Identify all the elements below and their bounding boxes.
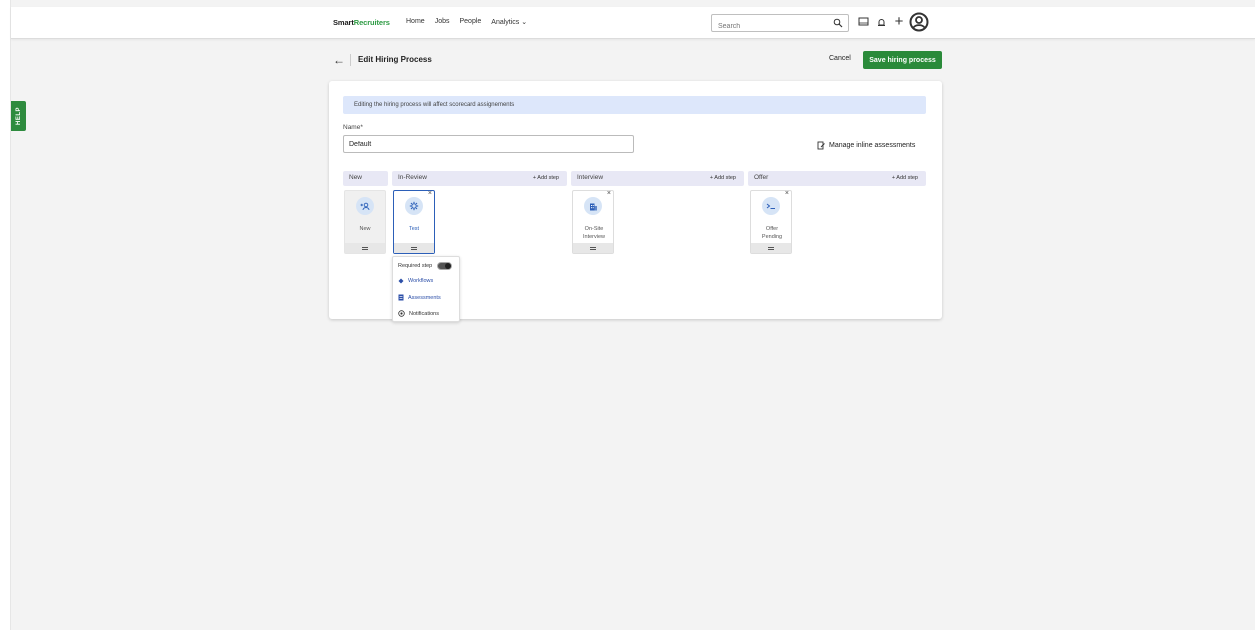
plus-icon[interactable]: +: [892, 14, 906, 29]
step-label: On-Site Interview: [582, 226, 605, 240]
required-step-toggle[interactable]: [437, 262, 453, 270]
step-options-menu: Required step Workflows Assessments Noti…: [392, 256, 460, 322]
nav-item-analytics[interactable]: Analytics ⌄: [491, 18, 527, 26]
hiring-process-card: Editing the hiring process will affect s…: [329, 81, 942, 322]
add-person-icon: [356, 197, 374, 215]
menu-item-assessments[interactable]: Assessments: [398, 294, 441, 301]
nav-item-home[interactable]: Home: [406, 18, 425, 26]
step-card-offer-pending[interactable]: × Offer Pending: [750, 190, 792, 254]
step-label: New: [359, 226, 371, 232]
cancel-button[interactable]: Cancel: [829, 55, 851, 62]
required-step-row: Required step: [398, 262, 453, 270]
avatar-icon[interactable]: [909, 12, 929, 32]
step-card-on-site-interview[interactable]: × On-Site Interview: [572, 190, 614, 254]
drag-handle-icon[interactable]: [573, 243, 613, 253]
nav-item-people[interactable]: People: [459, 18, 481, 26]
name-label: Name*: [343, 124, 363, 131]
building-icon: [584, 197, 602, 215]
column-header-offer: Offer + Add step: [748, 171, 926, 186]
smartrecruiters-logo[interactable]: SmartRecruiters: [333, 18, 390, 27]
step-card-test[interactable]: × Test: [393, 190, 435, 254]
add-step-button[interactable]: + Add step: [710, 175, 736, 181]
add-step-button[interactable]: + Add step: [892, 175, 918, 181]
gear-icon: [405, 197, 423, 215]
column-header-interview: Interview + Add step: [571, 171, 744, 186]
search-icon[interactable]: [833, 18, 843, 28]
search-box: [711, 14, 849, 35]
drag-handle-icon[interactable]: [394, 243, 434, 253]
assessment-edit-icon: [817, 141, 825, 150]
step-card-new[interactable]: New: [344, 190, 386, 254]
info-banner: Editing the hiring process will affect s…: [343, 96, 926, 114]
menu-item-notifications[interactable]: Notifications: [398, 310, 439, 317]
drag-handle-icon[interactable]: [345, 243, 385, 253]
page-title: Edit Hiring Process: [358, 55, 432, 64]
top-navigation-bar: SmartRecruiters Home Jobs People Analyti…: [11, 7, 1255, 39]
nav-item-jobs[interactable]: Jobs: [435, 18, 450, 26]
close-icon[interactable]: ×: [785, 190, 789, 197]
notification-icon: [398, 310, 405, 317]
close-icon[interactable]: ×: [607, 190, 611, 197]
column-header-new: New: [343, 171, 388, 186]
drag-handle-icon[interactable]: [751, 243, 791, 253]
column-header-in-review: In-Review + Add step: [392, 171, 567, 186]
name-input[interactable]: [343, 135, 634, 153]
workflow-icon: [398, 278, 404, 284]
page-header: ← Edit Hiring Process Cancel Save hiring…: [333, 51, 943, 70]
save-hiring-process-button[interactable]: Save hiring process: [863, 51, 942, 69]
header-divider: [350, 54, 351, 66]
step-label: Offer Pending: [761, 226, 783, 240]
help-tab[interactable]: HELP: [11, 101, 26, 131]
assessment-icon: [398, 294, 404, 301]
left-strip: [0, 0, 11, 630]
document-pen-icon: [762, 197, 780, 215]
search-input[interactable]: [712, 18, 822, 35]
add-step-button[interactable]: + Add step: [533, 175, 559, 181]
manage-inline-assessments-link[interactable]: Manage inline assessments: [817, 141, 915, 150]
bell-icon[interactable]: [874, 15, 888, 29]
main-nav: Home Jobs People Analytics ⌄: [406, 18, 527, 26]
close-icon[interactable]: ×: [428, 190, 432, 197]
step-label: Test: [408, 226, 420, 232]
back-arrow-icon[interactable]: ←: [333, 53, 345, 67]
menu-item-workflows[interactable]: Workflows: [398, 278, 433, 284]
inbox-icon[interactable]: [856, 15, 870, 29]
